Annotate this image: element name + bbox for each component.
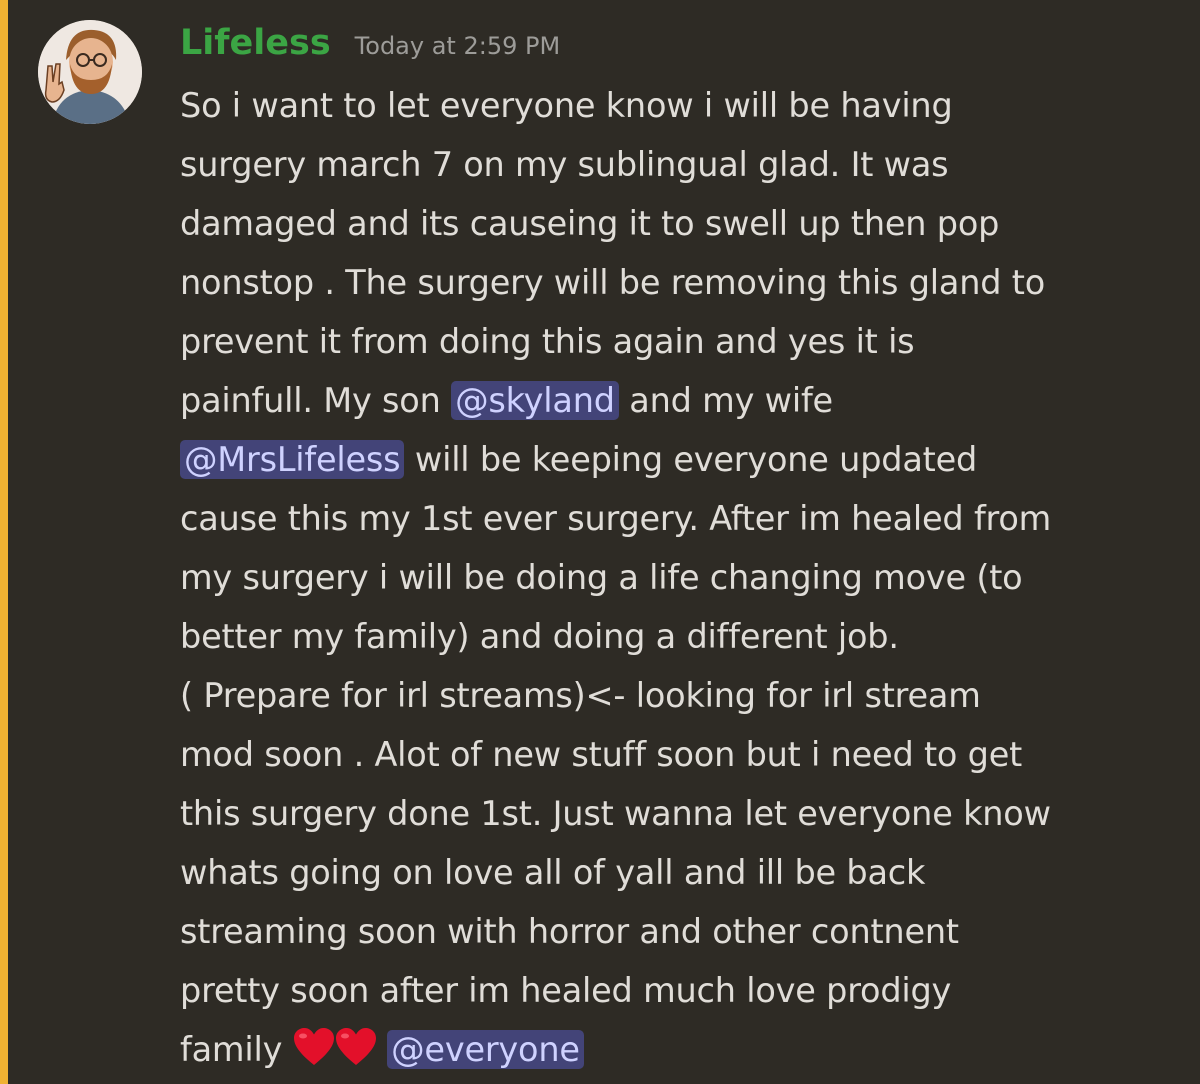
message-line: So i want to let everyone know i will be… xyxy=(180,86,953,125)
message-text: family xyxy=(180,1030,283,1069)
message-line: @MrsLifeless will be keeping everyone up… xyxy=(180,430,1185,489)
message-line: nonstop . The surgery will be removing t… xyxy=(180,263,1046,302)
message-timestamp[interactable]: Today at 2:59 PM xyxy=(355,32,561,60)
message-body: So i want to let everyone know i will be… xyxy=(180,76,1185,1084)
message-line: my surgery i will be doing a life changi… xyxy=(180,558,1023,597)
message-line: streaming soon with horror and other con… xyxy=(180,912,959,951)
message-text: painfull. My son xyxy=(180,381,441,420)
message-line: whats going on love all of yall and ill … xyxy=(180,853,926,892)
message-text: and my wife xyxy=(629,381,833,420)
message-line: cause this my 1st ever surgery. After im… xyxy=(180,499,1052,538)
message-line: surgery march 7 on my sublingual glad. I… xyxy=(180,145,949,184)
message-line: ( Prepare for irl streams)<- looking for… xyxy=(180,676,981,715)
avatar-image xyxy=(38,20,142,124)
mention-highlight-bar xyxy=(0,0,8,1084)
everyone-mention[interactable]: @everyone xyxy=(387,1030,584,1069)
message-line: pretty soon after im healed much love pr… xyxy=(180,971,952,1010)
message-line: painfull. My son @skyland and my wife xyxy=(180,371,1185,430)
message-line: prevent it from doing this again and yes… xyxy=(180,322,915,361)
message-line: better my family) and doing a different … xyxy=(180,617,899,656)
message-line: mod soon . Alot of new stuff soon but i … xyxy=(180,735,1023,774)
chat-message: Lifeless Today at 2:59 PM So i want to l… xyxy=(0,0,1200,1084)
user-mention-mrslifeless[interactable]: @MrsLifeless xyxy=(180,440,405,479)
heart-emoji[interactable] xyxy=(335,1026,377,1084)
message-text: will be keeping everyone updated xyxy=(414,440,978,479)
avatar[interactable] xyxy=(38,20,142,124)
message-line: this surgery done 1st. Just wanna let ev… xyxy=(180,794,1051,833)
message-content: Lifeless Today at 2:59 PM So i want to l… xyxy=(180,18,1185,1084)
message-line: damaged and its causeing it to swell up … xyxy=(180,204,1000,243)
heart-emoji[interactable] xyxy=(293,1026,335,1084)
author-username[interactable]: Lifeless xyxy=(180,18,331,68)
user-mention-skyland[interactable]: @skyland xyxy=(451,381,619,420)
message-line: family @everyone xyxy=(180,1020,1185,1084)
message-header: Lifeless Today at 2:59 PM xyxy=(180,18,1185,74)
